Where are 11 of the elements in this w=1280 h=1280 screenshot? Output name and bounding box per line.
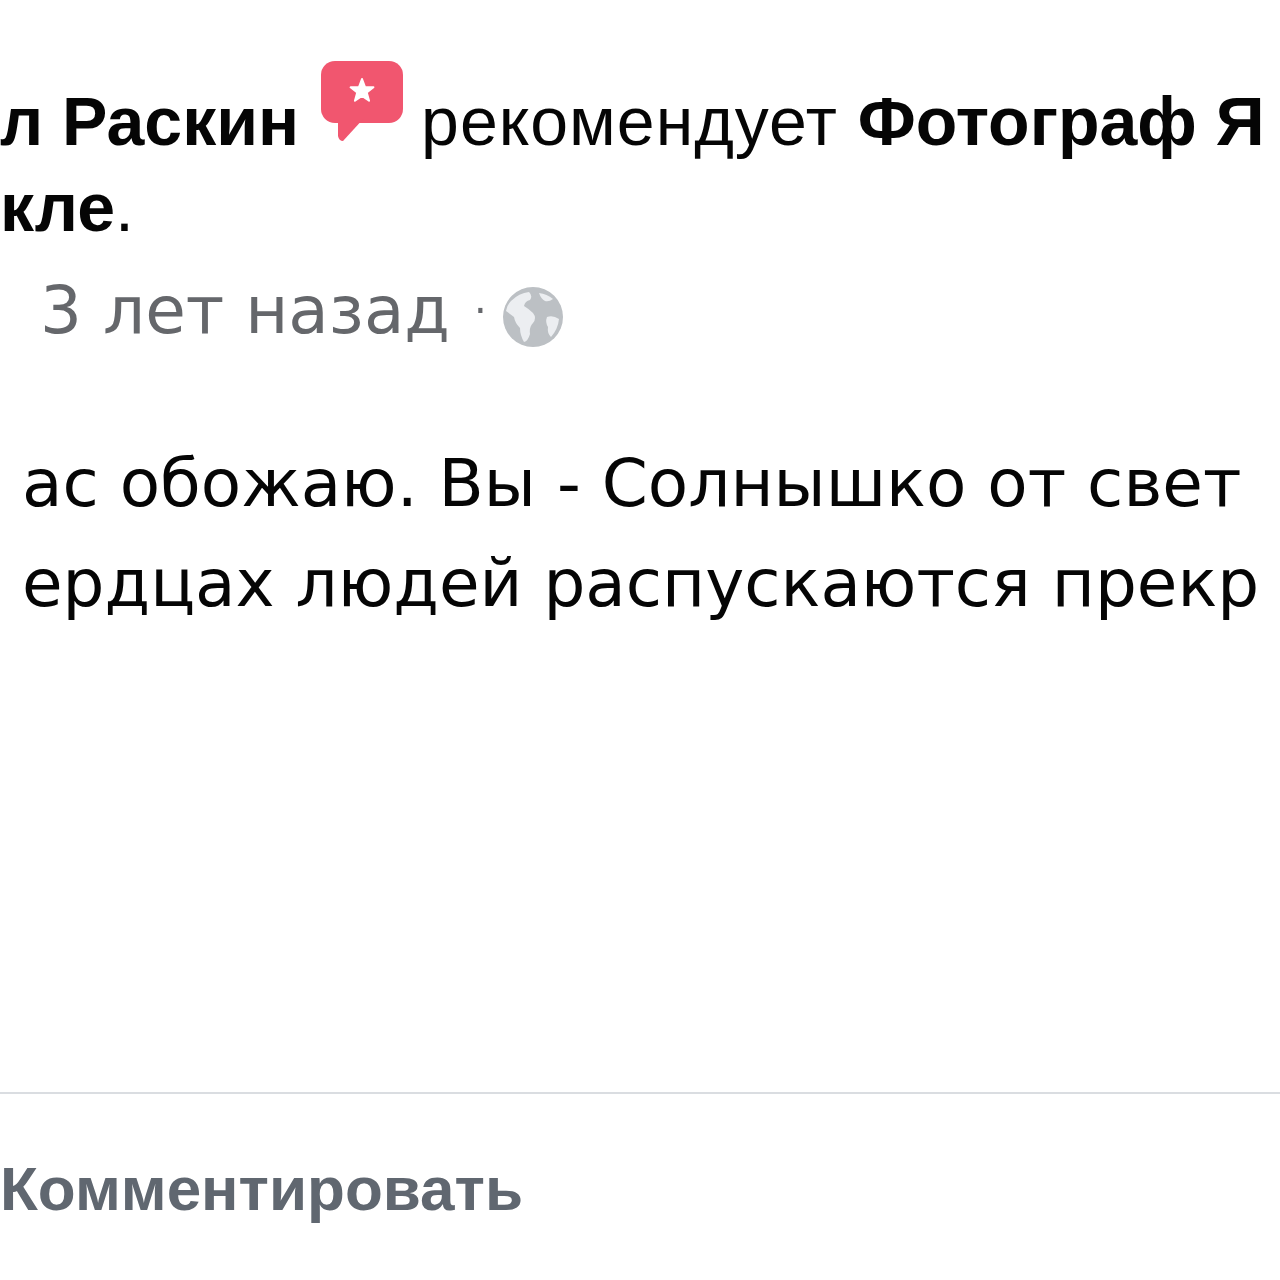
- author-link[interactable]: л Раскин: [0, 78, 300, 164]
- recommendation-icon: [321, 61, 404, 141]
- recommendation-text: рекомендует: [421, 82, 838, 161]
- post-text: ас обожаю. Вы - Солнышко от свет: [22, 444, 1242, 524]
- separator-dot: ·: [473, 287, 487, 336]
- page-name-link[interactable]: Фотограф Я: [857, 78, 1265, 164]
- post-text: ердцах людей распускаются прекр: [22, 544, 1260, 624]
- globe-icon: [502, 287, 563, 347]
- time-text: 3 лет назад: [40, 271, 450, 351]
- comment-button[interactable]: Комментировать: [0, 1149, 530, 1229]
- recommendation-text: кле.: [0, 168, 134, 247]
